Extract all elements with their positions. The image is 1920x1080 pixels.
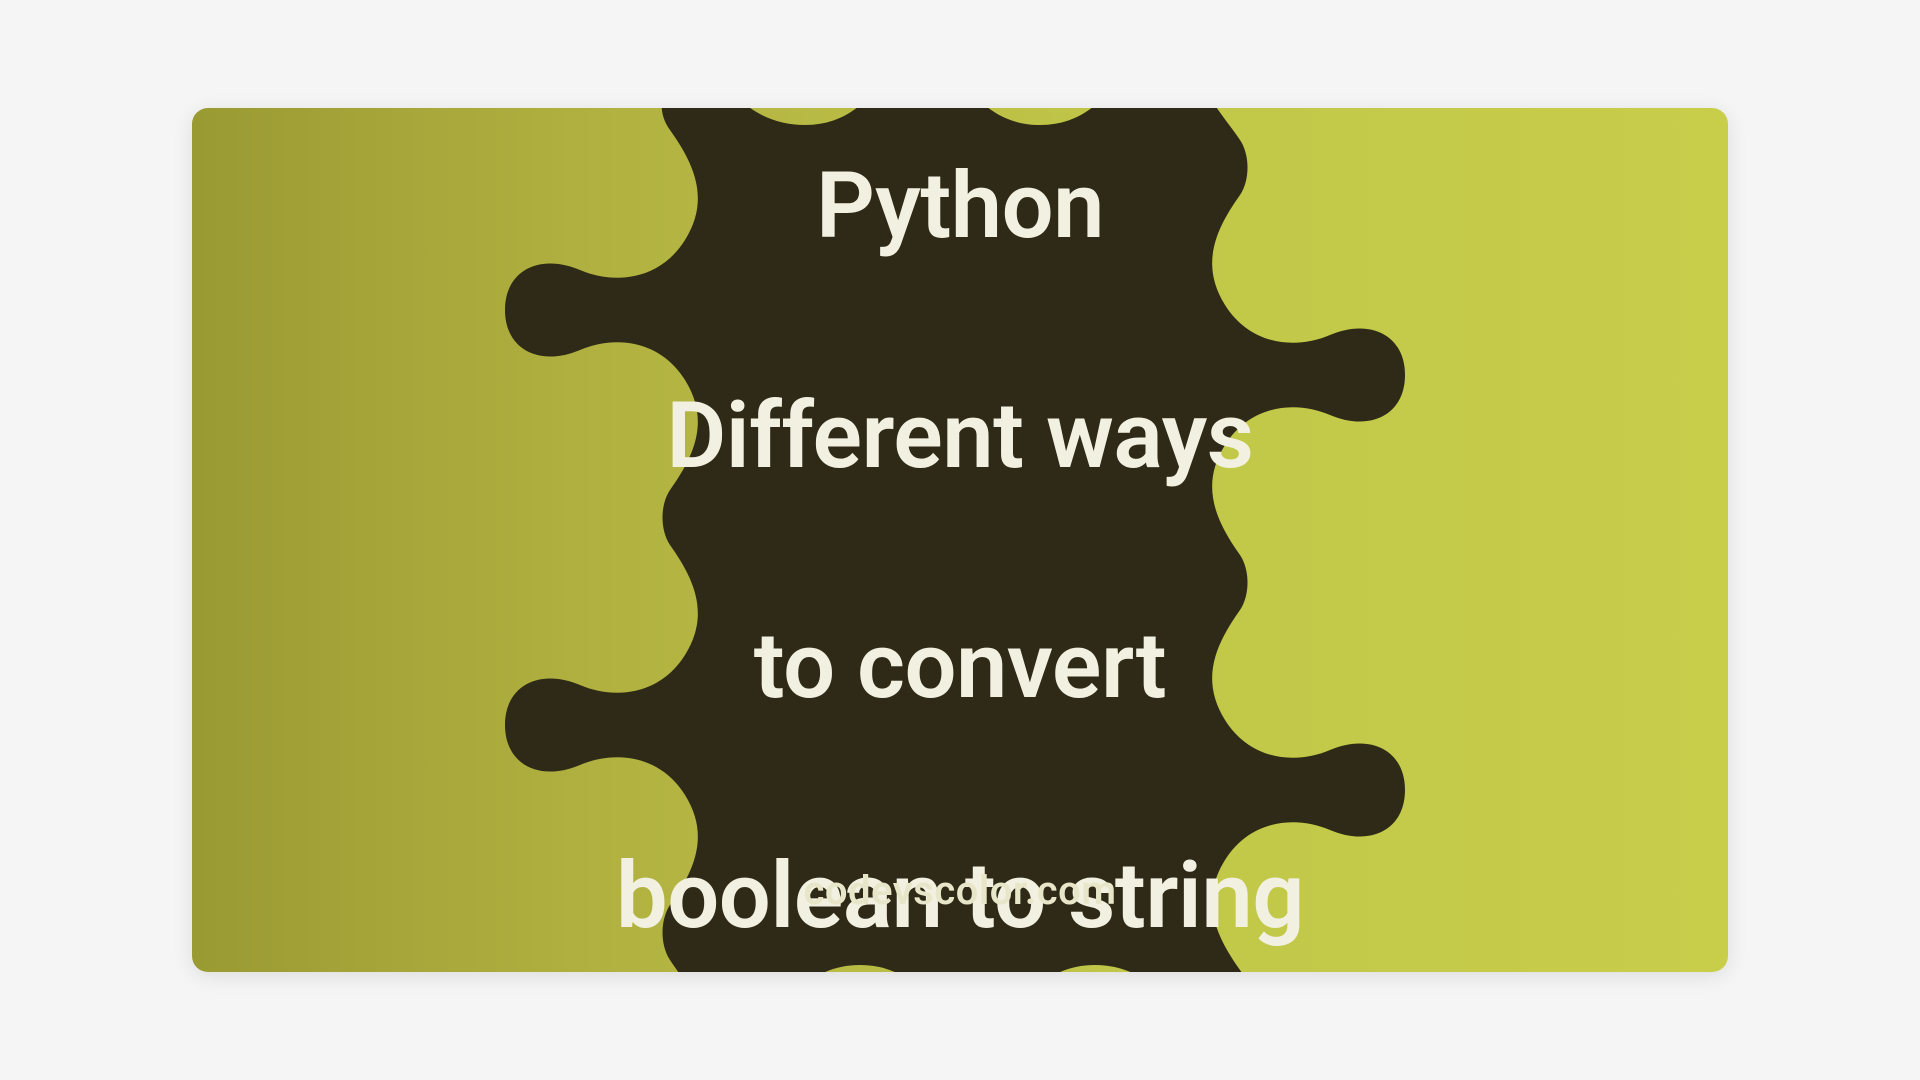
banner-card: Python Different ways to convert boolean… xyxy=(192,108,1728,972)
title-text: Python Different ways to convert boolean… xyxy=(616,108,1304,954)
title-line-1: Python xyxy=(816,153,1104,260)
domain-text: codevscolor.com xyxy=(192,867,1728,914)
title-line-2: Different ways xyxy=(666,383,1253,490)
title-line-3: to convert xyxy=(754,613,1166,720)
